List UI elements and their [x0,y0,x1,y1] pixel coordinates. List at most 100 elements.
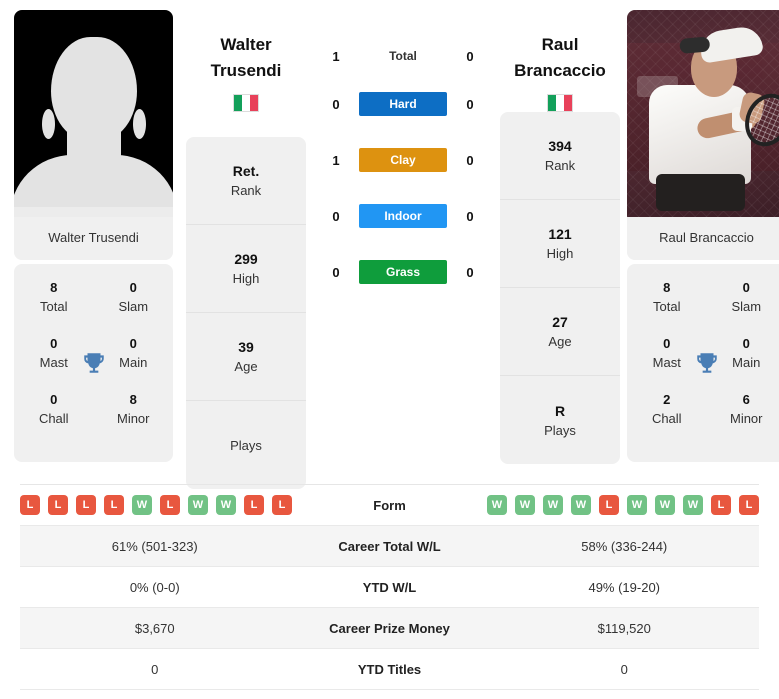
h2h-total-right-score: 0 [466,48,474,64]
player-placeholder-silhouette-icon [14,10,173,217]
left-player-info-column: Walter Trusendi Ret. Rank 299 High 39 Ag… [186,10,306,490]
left-ytd-wl-value: 0% (0-0) [129,579,180,595]
right-player-info-column: Raul Brancaccio 394 Rank 121 High 27 Age [500,10,620,489]
form-badge-loss: L [244,495,264,515]
surface-badge-hard[interactable]: Hard [359,92,447,116]
form-badge-loss: L [711,495,731,515]
form-badge-loss: L [76,495,96,515]
left-titles-total-label: Total [40,299,68,314]
right-player-titles-box: 8 Total 0 Slam 0 Mast 0 Main 2 Chall 6 M… [627,264,779,462]
left-titles-chall: 0 Chall [14,390,94,446]
left-form-cell: LLLLWLWWLL [20,495,292,515]
h2h-grass-right-score: 0 [466,264,474,280]
left-rank-segment: Ret. Rank [186,137,306,226]
stats-label-ytd-wl: YTD W/L [362,579,417,595]
form-badge-win: W [543,495,563,515]
italy-flag-icon [233,94,259,112]
player-action-photo-image [627,10,779,217]
surface-badge-indoor[interactable]: Indoor [359,204,447,228]
right-age-label: Age [548,334,572,350]
right-high-value: 121 [548,226,572,243]
left-rank-label: Rank [230,183,262,199]
surface-badge-grass[interactable]: Grass [359,260,447,284]
right-titles-total-label: Total [653,299,681,314]
left-age-value: 39 [238,339,254,356]
right-high-label: High [546,246,574,262]
right-plays-value: R [554,402,566,419]
h2h-hard-row: 0 Hard 0 [313,76,493,132]
form-badge-win: W [571,495,591,515]
right-titles-minor-label: Minor [729,411,763,426]
h2h-indoor-right-score: 0 [466,208,474,224]
titles-row: 2 Chall 6 Minor [627,390,779,446]
stats-row-prize-money: $3,670 Career Prize Money $119,520 [20,608,759,649]
left-high-segment: 299 High [186,225,306,314]
right-titles-minor-value: 6 [742,392,750,407]
form-badge-loss: L [104,495,124,515]
right-form-badges: WWWWLWWWLL [487,495,759,515]
trophy-icon [696,353,717,373]
stats-row-ytd-wl: 0% (0-0) YTD W/L 49% (19-20) [20,567,759,608]
right-player-first-name: Raul [541,35,579,54]
right-titles-chall-label: Chall [651,411,682,426]
left-player-first-name: Walter [220,35,272,54]
left-high-value: 299 [234,251,258,268]
right-titles-slam-value: 0 [742,280,750,295]
left-rank-value: Ret. [232,163,260,180]
titles-row: 8 Total 0 Slam [14,278,173,334]
form-badge-win: W [188,495,208,515]
form-badge-loss: L [20,495,40,515]
right-titles-minor: 6 Minor [707,390,779,446]
stats-row-ytd-titles: 0 YTD Titles 0 [20,649,759,690]
left-plays-segment: Plays [186,401,306,489]
titles-row: 0 Mast 0 Main [14,334,173,390]
left-player-titles-box: 8 Total 0 Slam 0 Mast 0 Main 0 Chall 8 M… [14,264,173,462]
stats-label-career-wl: Career Total W/L [338,538,441,554]
h2h-grass-row: 0 Grass 0 [313,244,493,300]
h2h-total-label: Total [389,49,417,63]
surface-badge-clay[interactable]: Clay [359,148,447,172]
left-player-photo-card[interactable]: Walter Trusendi [14,10,173,260]
right-titles-slam-label: Slam [731,299,762,314]
h2h-indoor-row: 0 Indoor 0 [313,188,493,244]
right-form-cell: WWWWLWWWLL [487,495,759,515]
right-plays-label: Plays [544,422,576,438]
right-player-rank-card: 394 Rank 121 High 27 Age R Plays [500,112,620,465]
stats-row-career-wl: 61% (501-323) Career Total W/L 58% (336-… [20,526,759,567]
left-career-wl-value: 61% (501-323) [111,538,198,554]
h2h-clay-row: 1 Clay 0 [313,132,493,188]
left-titles-total: 8 Total [14,278,94,334]
h2h-clay-badge-wrap: Clay [359,148,447,172]
left-ytd-titles-value: 0 [151,661,159,677]
left-titles-slam-label: Slam [118,299,149,314]
h2h-hard-badge-wrap: Hard [359,92,447,116]
form-badge-loss: L [599,495,619,515]
form-badge-win: W [515,495,535,515]
form-badge-loss: L [272,495,292,515]
left-titles-chall-label: Chall [38,411,69,426]
form-badge-win: W [655,495,675,515]
right-prize-money-value: $119,520 [597,620,651,636]
left-age-label: Age [234,359,258,375]
left-titles-total-value: 8 [50,280,58,295]
left-titles-slam: 0 Slam [94,278,174,334]
right-player-last-name: Brancaccio [514,61,606,80]
h2h-hard-right-score: 0 [466,96,474,112]
stats-table: LLLLWLWWLL Form WWWWLWWWLL 61% (501-323)… [20,484,759,690]
right-titles-chall-value: 2 [663,392,671,407]
h2h-indoor-left-score: 0 [332,208,340,224]
h2h-hard-left-score: 0 [332,96,340,112]
left-titles-chall-value: 0 [50,392,58,407]
right-player-photo [627,10,779,217]
h2h-grass-left-score: 0 [332,264,340,280]
left-player-photo-name: Walter Trusendi [14,217,173,260]
right-player-column: Raul Brancaccio 8 Total 0 Slam 0 Mast 0 … [627,10,779,489]
right-high-segment: 121 High [500,200,620,289]
left-player-last-name: Trusendi [210,61,282,80]
titles-row: 0 Chall 8 Minor [14,390,173,446]
right-player-photo-card[interactable]: Raul Brancaccio [627,10,779,260]
stats-label-form: Form [373,497,406,513]
left-prize-money-value: $3,670 [134,620,175,636]
left-high-label: High [232,271,260,287]
h2h-clay-right-score: 0 [466,152,474,168]
